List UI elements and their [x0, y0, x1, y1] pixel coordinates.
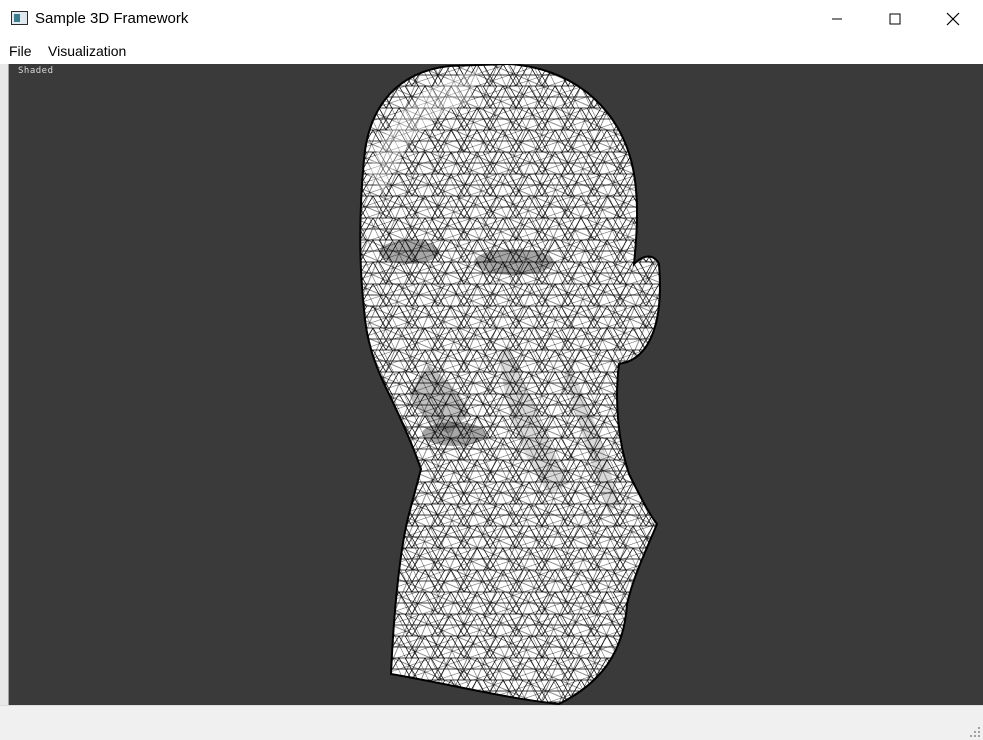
- status-bar: [0, 705, 983, 740]
- maximize-button[interactable]: [866, 0, 924, 38]
- title-bar[interactable]: Sample 3D Framework: [0, 0, 983, 38]
- close-icon: [946, 12, 960, 26]
- menu-file[interactable]: File: [9, 43, 32, 59]
- mesh-surface: [360, 64, 660, 704]
- close-button[interactable]: [924, 0, 982, 38]
- 3d-viewport[interactable]: Shaded: [8, 64, 983, 705]
- minimize-button[interactable]: [808, 0, 866, 38]
- app-window-icon: [11, 11, 28, 25]
- maximize-icon: [889, 13, 901, 25]
- render-mode-label: Shaded: [18, 66, 54, 76]
- minimize-icon: [832, 18, 842, 20]
- left-border: [0, 64, 8, 705]
- menu-bar: File Visualization: [0, 38, 983, 64]
- menu-visualization[interactable]: Visualization: [48, 43, 126, 59]
- window-title: Sample 3D Framework: [35, 10, 189, 27]
- wireframe-head-mesh: [359, 64, 661, 705]
- size-grip-icon[interactable]: [970, 727, 980, 737]
